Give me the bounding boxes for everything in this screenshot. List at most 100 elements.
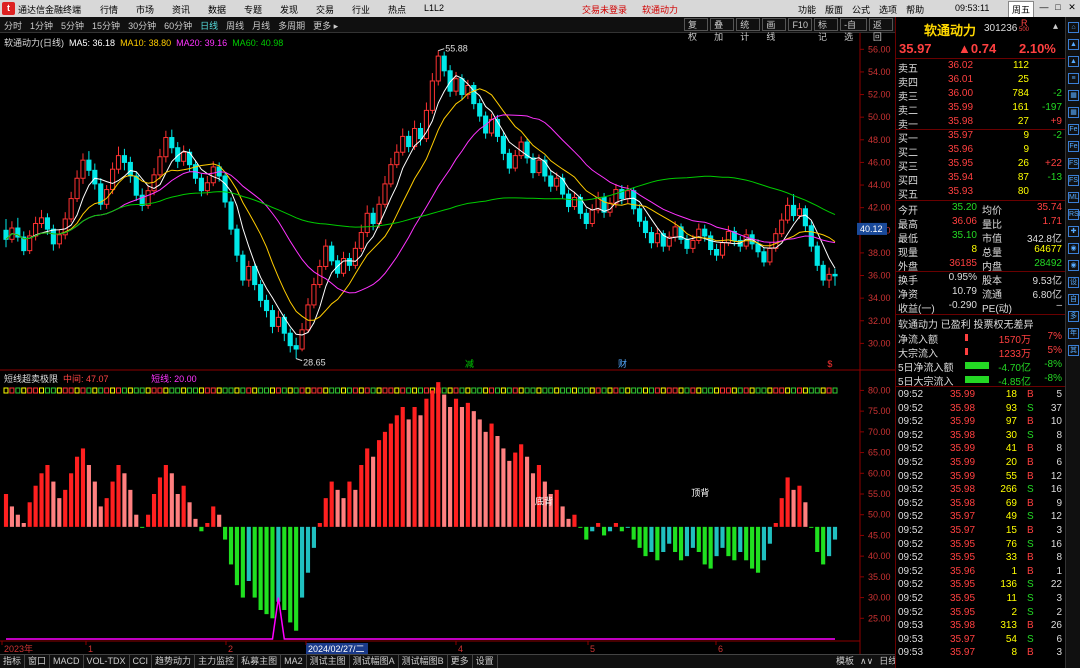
indicator-tab-8[interactable]: MA2 (281, 655, 307, 668)
kline-chart[interactable]: 56.00 54.00 52.00 50.00 48.00 46.00 44.00 42.00… (0, 33, 895, 654)
collapse-icon[interactable]: ▴ (1053, 21, 1058, 32)
flow-pct: 5% (1047, 345, 1062, 356)
ask-row[interactable]: 卖四 36.01 25 (896, 74, 1065, 89)
menu-item-2[interactable]: 资讯 (172, 3, 208, 16)
period-tab-3[interactable]: 15分钟 (92, 19, 120, 32)
tick-price: 35.99 (950, 470, 976, 482)
indicator-tab-2[interactable]: MACD (50, 655, 84, 668)
ask-row[interactable]: 卖二 35.99 161 -197 (896, 102, 1065, 117)
side-tool-icon-17[interactable]: 多 (1068, 311, 1079, 322)
period-tab-6[interactable]: 日线 (200, 19, 218, 32)
maximize-icon[interactable]: □ (1051, 2, 1065, 13)
period-tab-0[interactable]: 分时 (4, 19, 22, 32)
close-icon[interactable]: ✕ (1065, 2, 1079, 13)
tool-button-0[interactable]: 复权 (684, 18, 709, 42)
indicator-tab-7[interactable]: 私募主图 (238, 655, 282, 668)
osc-bar (234, 526, 240, 586)
tool-button-7[interactable]: 返回 (868, 18, 893, 42)
right-menu-item-2[interactable]: 公式 (852, 3, 870, 16)
side-tool-icon-2[interactable]: ▲ (1068, 56, 1079, 67)
indicator-tab-12[interactable]: 更多 (448, 655, 473, 668)
period-tab-2[interactable]: 5分钟 (61, 19, 84, 32)
menu-item-7[interactable]: 行业 (352, 3, 388, 16)
side-tool-icon-3[interactable]: ≡ (1068, 73, 1079, 84)
stat-value: 64677 (1034, 244, 1062, 255)
menu-item-4[interactable]: 专题 (244, 3, 280, 16)
right-menu-item-1[interactable]: 版面 (825, 3, 843, 16)
menu-item-0[interactable]: 行情 (100, 3, 136, 16)
bottom-right-control-0[interactable]: 模板 (833, 655, 857, 668)
side-tool-icon-18[interactable]: 年 (1068, 328, 1079, 339)
stock-name-link[interactable]: 软通动力 (642, 3, 678, 16)
tool-button-6[interactable]: -自选 (840, 18, 867, 42)
indicator-tab-10[interactable]: 测试幅图A (350, 655, 399, 668)
tool-button-4[interactable]: F10 (788, 18, 812, 31)
side-tool-icon-4[interactable]: ▦ (1068, 90, 1079, 101)
ask-row[interactable]: 卖三 36.00 784 -2 (896, 88, 1065, 103)
period-tab-1[interactable]: 1分钟 (30, 19, 53, 32)
menu-item-8[interactable]: 热点 (388, 3, 424, 16)
side-tool-icon-9[interactable]: FS (1068, 175, 1079, 186)
osc-bar (288, 526, 293, 623)
indicator-tab-9[interactable]: 测试主图 (307, 655, 350, 668)
side-tool-icon-6[interactable]: Fe (1068, 124, 1079, 135)
bid-row[interactable]: 买三 35.95 26 +22 (896, 158, 1065, 173)
indicator-tab-3[interactable]: VOL-TDX (84, 655, 130, 668)
event-flag[interactable]: 财 (618, 358, 627, 369)
side-tool-icon-1[interactable]: ▲ (1068, 39, 1079, 50)
period-tab-5[interactable]: 60分钟 (164, 19, 192, 32)
tick-side: S (1027, 538, 1034, 550)
menu-item-3[interactable]: 数据 (208, 3, 244, 16)
osc-bar (21, 523, 26, 527)
right-menu-item-0[interactable]: 功能 (798, 3, 816, 16)
tool-button-5[interactable]: 标记 (813, 18, 839, 42)
side-tool-icon-5[interactable]: ▦ (1068, 107, 1079, 118)
menu-item-5[interactable]: 发现 (280, 3, 316, 16)
indicator-tab-1[interactable]: 窗口 (25, 655, 51, 668)
indicator-tab-13[interactable]: 设置 (473, 655, 498, 668)
bid-row[interactable]: 买一 35.97 9 -2 (896, 130, 1065, 145)
osc-bar (80, 448, 86, 527)
osc-bar (501, 448, 506, 527)
tool-button-2[interactable]: 统计 (736, 18, 761, 42)
indicator-tab-0[interactable]: 指标 (0, 655, 26, 668)
period-tab-8[interactable]: 月线 (252, 19, 270, 32)
indicator-tab-11[interactable]: 测试幅图B (399, 655, 448, 668)
event-flag[interactable]: 减 (465, 358, 474, 369)
trade-login-alert[interactable]: 交易未登录 (582, 3, 627, 16)
tool-button-1[interactable]: 叠加 (710, 18, 735, 42)
period-tab-7[interactable]: 周线 (226, 19, 244, 32)
side-tool-icon-15[interactable]: 设 (1068, 277, 1079, 288)
side-tool-icon-14[interactable]: ◉ (1068, 260, 1079, 271)
period-tab-9[interactable]: 多周期 (278, 19, 305, 32)
side-tool-icon-0[interactable]: ⌂ (1068, 22, 1079, 33)
bid-row[interactable]: 买五 35.93 80 (896, 186, 1065, 201)
indicator-tab-6[interactable]: 主力监控 (195, 655, 239, 668)
period-tab-4[interactable]: 30分钟 (128, 19, 156, 32)
menu-item-9[interactable]: L1L2 (424, 3, 460, 16)
indicator-tab-4[interactable]: CCI (130, 655, 153, 668)
side-tool-icon-11[interactable]: RSI (1068, 209, 1080, 220)
period-tab-10[interactable]: 更多 ▸ (313, 19, 338, 32)
bid-row[interactable]: 买二 35.96 9 (896, 144, 1065, 159)
side-tool-icon-12[interactable]: ✚ (1068, 226, 1079, 237)
side-tool-icon-7[interactable]: Fe (1068, 141, 1079, 152)
ask-row[interactable]: 卖一 35.98 27 +9 (896, 116, 1065, 131)
indicator-tab-5[interactable]: 趋势动力 (152, 655, 196, 668)
menu-item-1[interactable]: 市场 (136, 3, 172, 16)
stock-tags[interactable]: 软通动力 已盈利 投票权无差异 (898, 316, 1034, 331)
ask-row[interactable]: 卖五 36.02 112 (896, 60, 1065, 75)
tool-button-3[interactable]: 画线 (762, 18, 787, 42)
minimize-icon[interactable]: — (1037, 2, 1051, 13)
side-tool-icon-8[interactable]: FS (1068, 158, 1079, 169)
event-flag[interactable]: $ (827, 359, 832, 369)
bid-row[interactable]: 买四 35.94 87 -13 (896, 172, 1065, 187)
right-menu-item-4[interactable]: 帮助 (906, 3, 924, 16)
menu-item-6[interactable]: 交易 (316, 3, 352, 16)
bottom-right-control-1[interactable]: ∧∨ (857, 655, 876, 668)
side-tool-icon-13[interactable]: ◉ (1068, 243, 1079, 254)
side-tool-icon-19[interactable]: 其 (1068, 345, 1079, 356)
side-tool-icon-16[interactable]: 自 (1068, 294, 1079, 305)
side-tool-icon-10[interactable]: ML (1068, 192, 1079, 203)
right-menu-item-3[interactable]: 选项 (879, 3, 897, 16)
